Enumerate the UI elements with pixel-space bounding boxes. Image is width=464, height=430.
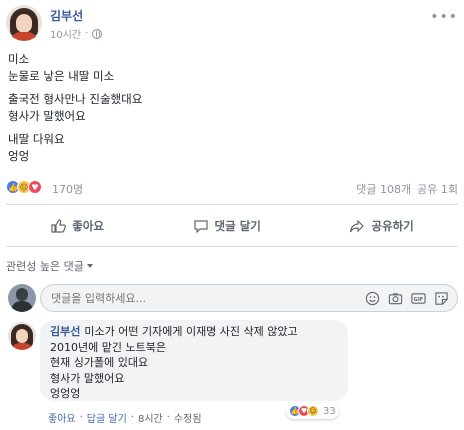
camera-icon[interactable] [388,291,403,306]
globe-icon[interactable] [92,28,103,39]
share-button[interactable]: 공유하기 [349,218,414,234]
comment-edited[interactable]: 수정됨 [174,410,202,425]
comment-count[interactable]: 댓글 108개 [356,181,411,197]
post-header: 김부선 10시간 · ••• [6,5,458,43]
comment-line: 엉엉엉 [50,387,81,400]
gif-icon[interactable]: GIF [411,291,426,306]
more-options-icon[interactable]: ••• [430,9,458,25]
divider [6,246,458,247]
divider [6,204,458,205]
comment-input[interactable] [51,290,351,306]
reactions-bar: 👍 ☹ ♥ 170명 댓글 108개 공유 1회 [6,180,458,196]
post-line: 눈물로 낳은 내딸 미소 [8,69,115,83]
sort-label: 관련성 높은 댓글 [6,260,84,273]
post-line: 미소 [8,52,30,66]
caret-down-icon [86,264,93,268]
post-stats: 댓글 108개 공유 1회 [356,181,458,197]
sticker-icon[interactable] [434,291,449,306]
author-avatar[interactable] [6,5,42,41]
comment-line: 미소가 어떤 기자에게 이재명 사진 삭제 않았고 [84,325,298,338]
post-body: 미소 눈물로 낳은 내딸 미소 출국전 형사만나 진술했대요 형사가 말했어요 … [8,51,458,165]
post-line: 엉엉 [8,149,30,163]
comment-author[interactable]: 김부선 [50,325,80,338]
comment-sort-dropdown[interactable]: 관련성 높은 댓글 [6,258,93,274]
like-label: 좋아요 [72,219,105,233]
comment-icon [193,220,208,234]
comment-time[interactable]: 8시간 [138,410,163,425]
post-actions: 좋아요 댓글 달기 공유하기 [6,212,458,240]
thumbs-up-icon [51,219,67,233]
comment-line: 형사가 말했어요 [50,371,125,385]
reaction-count[interactable]: 170명 [52,181,83,197]
svg-text:GIF: GIF [414,297,424,303]
love-icon: ♥ [28,180,42,194]
like-button[interactable]: 좋아요 [50,218,104,234]
post-meta: 10시간 · [50,26,103,41]
comment-reply-link[interactable]: 답글 달기 [87,410,127,425]
comment-footer: 좋아요 · 답글 달기 · 8시간 · 수정됨 [48,410,202,425]
comment-line: 2010년에 맡긴 노트북은 [50,340,166,354]
post-line: 형사가 말했어요 [8,109,86,123]
comment-button[interactable]: 댓글 달기 [193,218,261,234]
comment-like-link[interactable]: 좋아요 [48,410,76,425]
current-user-avatar [8,284,36,312]
comment-reactions[interactable]: 👍 ♥ ☺ 33 [286,403,339,419]
comment-composer[interactable]: GIF [40,284,458,312]
composer-icons: GIF [365,291,449,306]
post-line: 내딸 다워요 [8,132,65,146]
comment-bubble: 김부선 미소가 어떤 기자에게 이재명 사진 삭제 않았고 2010년에 맡긴 노… [40,320,348,401]
comment-line: 현재 싱가폴에 있대요 [50,356,149,369]
comment-reaction-count: 33 [323,405,336,417]
share-icon [350,219,365,233]
wow-icon: ☺ [307,405,319,417]
emoji-icon[interactable] [365,291,380,306]
post-author[interactable]: 김부선 [50,7,83,24]
reaction-icons[interactable]: 👍 ☹ ♥ [6,180,42,194]
post-line: 출국전 형사만나 진술했대요 [8,92,143,106]
commenter-avatar[interactable] [8,322,36,350]
post-time[interactable]: 10시간 [50,26,81,41]
share-count[interactable]: 공유 1회 [417,181,458,197]
share-label: 공유하기 [371,219,414,233]
comment-label: 댓글 달기 [214,219,261,233]
